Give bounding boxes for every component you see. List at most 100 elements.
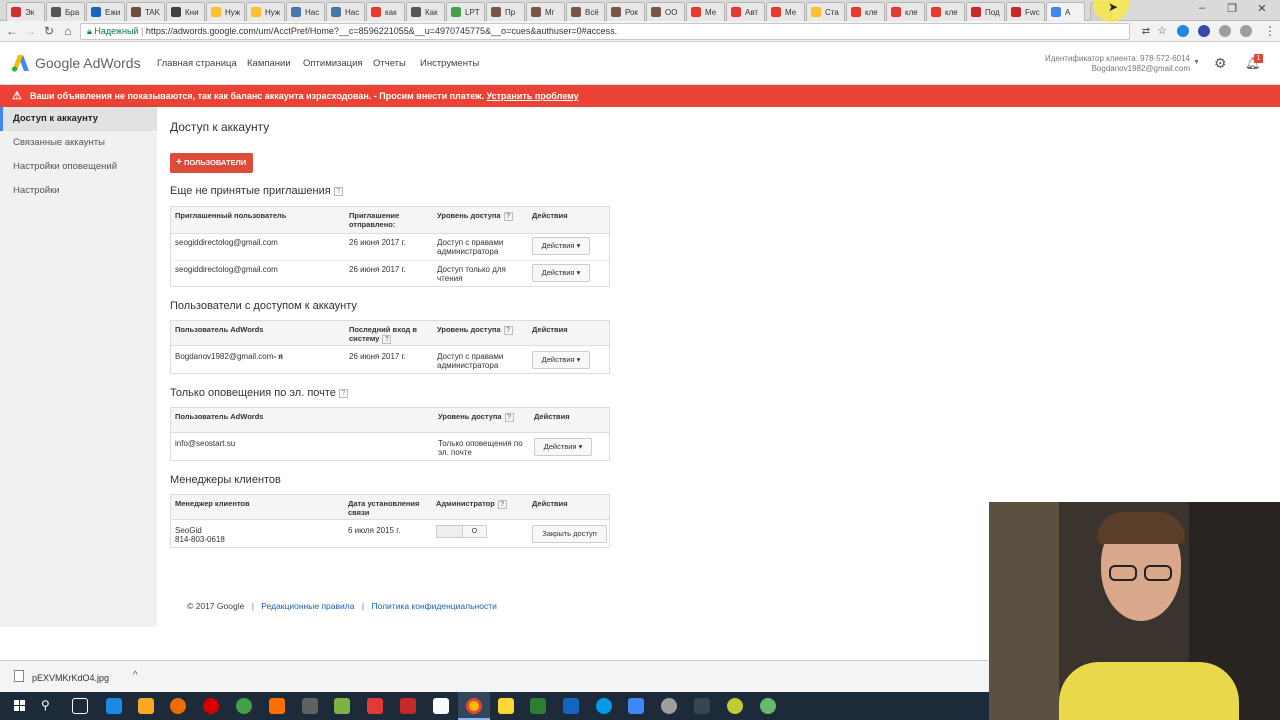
actions-dropdown-button[interactable]: Действия ▾: [532, 351, 590, 369]
browser-tab[interactable]: Под: [966, 2, 1005, 21]
browser-tab[interactable]: A: [1046, 2, 1085, 21]
actions-dropdown-button[interactable]: Действия ▾: [532, 237, 590, 255]
restore-icon[interactable]: ❐: [1218, 2, 1246, 18]
firefox-icon[interactable]: [170, 698, 186, 714]
address-bar[interactable]: 🔒︎ Надежный | https://adwords.google.com…: [80, 23, 1130, 40]
browser-tab[interactable]: как: [366, 2, 405, 21]
app-icon[interactable]: [302, 698, 318, 714]
browser-tab[interactable]: Как: [406, 2, 445, 21]
translate-icon[interactable]: ⇄: [1138, 24, 1154, 39]
vlc-icon[interactable]: [269, 698, 285, 714]
add-users-button[interactable]: + ПОЛЬЗОВАТЕЛИ: [170, 153, 253, 173]
browser-tab[interactable]: ОО: [646, 2, 685, 21]
browser-tab[interactable]: Fwc: [1006, 2, 1045, 21]
browser-tab[interactable]: Ме: [766, 2, 805, 21]
close-window-icon[interactable]: ✕: [1248, 2, 1276, 18]
nav-reports[interactable]: Отчеты: [373, 58, 406, 69]
notepad-icon[interactable]: [433, 698, 449, 714]
sidebar-item-linked-accounts[interactable]: Связанные аккаунты: [0, 131, 157, 155]
explorer-icon[interactable]: [138, 698, 154, 714]
help-icon[interactable]: ?: [382, 334, 392, 344]
browser-tab[interactable]: Ста: [806, 2, 845, 21]
help-icon[interactable]: ?: [497, 499, 507, 509]
browser-tab[interactable]: TAK: [126, 2, 165, 21]
browser-tab[interactable]: кле: [886, 2, 925, 21]
home-icon[interactable]: ⌂: [60, 24, 76, 39]
app-icon[interactable]: [760, 698, 776, 714]
help-icon[interactable]: ?: [504, 412, 514, 422]
sidebar-item-account-access[interactable]: Доступ к аккаунту: [0, 107, 157, 131]
browser-tab[interactable]: Рок: [606, 2, 645, 21]
manager-info: SeoGid 814-803-0618: [175, 526, 225, 544]
admin-toggle[interactable]: O: [436, 525, 487, 538]
privacy-policy-link[interactable]: Политика конфиденциальности: [371, 601, 496, 611]
account-info[interactable]: Идентификатор клиента: 978-572-6014 Bogd…: [1030, 54, 1190, 74]
mouse-cursor-icon: ➤: [1108, 0, 1119, 14]
sidebar-item-settings[interactable]: Настройки: [0, 179, 157, 203]
revoke-access-button[interactable]: Закрыть доступ: [532, 525, 607, 543]
app-icon[interactable]: [236, 698, 252, 714]
menu-icon[interactable]: ⋮: [1262, 24, 1278, 39]
browser-tab[interactable]: Мг: [526, 2, 565, 21]
browser-tab[interactable]: Нуж: [246, 2, 285, 21]
browser-tab[interactable]: Нуж: [206, 2, 245, 21]
sticky-notes-icon[interactable]: [498, 698, 514, 714]
app-icon[interactable]: [367, 698, 383, 714]
settings-gear-icon[interactable]: ⚙: [1214, 55, 1227, 72]
bookmark-star-icon[interactable]: ☆: [1154, 24, 1170, 39]
browser-tab[interactable]: LPT: [446, 2, 485, 21]
sidebar-item-notification-settings[interactable]: Настройки оповещений: [0, 155, 157, 179]
opera-icon[interactable]: [203, 698, 219, 714]
nav-tools[interactable]: Инструменты: [420, 58, 479, 69]
extension-icon[interactable]: [1177, 25, 1189, 37]
windows-start-icon[interactable]: [14, 700, 26, 712]
edge-icon[interactable]: [106, 698, 122, 714]
skype-icon[interactable]: [596, 698, 612, 714]
browser-tab[interactable]: Бра: [46, 2, 85, 21]
chevron-up-icon[interactable]: ^: [133, 670, 138, 681]
app-icon[interactable]: [400, 698, 416, 714]
app-icon[interactable]: [334, 698, 350, 714]
chevron-down-icon[interactable]: ▼: [1193, 59, 1200, 66]
nav-campaigns[interactable]: Кампании: [247, 58, 291, 69]
app-icon[interactable]: [661, 698, 677, 714]
browser-tab[interactable]: Всё: [566, 2, 605, 21]
nav-optimization[interactable]: Оптимизация: [303, 58, 363, 69]
editorial-policy-link[interactable]: Редакционные правила: [261, 601, 354, 611]
browser-tab[interactable]: Авт: [726, 2, 765, 21]
word-icon[interactable]: [563, 698, 579, 714]
help-icon[interactable]: ?: [338, 388, 348, 398]
adwords-editor-icon[interactable]: [628, 698, 644, 714]
excel-icon[interactable]: [530, 698, 546, 714]
fix-problem-link[interactable]: Устранить проблему: [486, 91, 578, 101]
search-icon[interactable]: ⚲: [41, 698, 50, 712]
browser-tab[interactable]: Эк: [6, 2, 45, 21]
reload-icon[interactable]: ↻: [41, 24, 57, 39]
browser-tab[interactable]: Нас: [326, 2, 365, 21]
browser-tab[interactable]: Ме: [686, 2, 725, 21]
extension-icon[interactable]: [1240, 25, 1252, 37]
nav-home[interactable]: Главная страница: [157, 58, 237, 69]
browser-tab[interactable]: Пр: [486, 2, 525, 21]
extension-icon[interactable]: [1198, 25, 1210, 37]
browser-tab[interactable]: Кни: [166, 2, 205, 21]
app-icon[interactable]: [694, 698, 710, 714]
browser-tab[interactable]: Нас: [286, 2, 325, 21]
help-icon[interactable]: ?: [333, 186, 343, 196]
actions-dropdown-button[interactable]: Действия ▾: [534, 438, 592, 456]
download-filename[interactable]: pEXVMKrKdO4.jpg: [32, 673, 109, 683]
app-icon[interactable]: [727, 698, 743, 714]
chrome-taskbar-button[interactable]: [458, 692, 490, 720]
browser-tab[interactable]: Ежи: [86, 2, 125, 21]
back-icon[interactable]: ←: [4, 24, 20, 39]
help-icon[interactable]: ?: [503, 325, 513, 335]
minimize-icon[interactable]: –: [1188, 2, 1216, 18]
help-icon[interactable]: ?: [503, 211, 513, 221]
extension-icon[interactable]: [1219, 25, 1231, 37]
user-email: Bogdanov1982@gmail.com- я: [175, 352, 283, 361]
forward-icon[interactable]: →: [22, 24, 38, 39]
browser-tab[interactable]: кле: [846, 2, 885, 21]
task-view-icon[interactable]: [72, 698, 88, 714]
actions-dropdown-button[interactable]: Действия ▾: [532, 264, 590, 282]
browser-tab[interactable]: кле: [926, 2, 965, 21]
